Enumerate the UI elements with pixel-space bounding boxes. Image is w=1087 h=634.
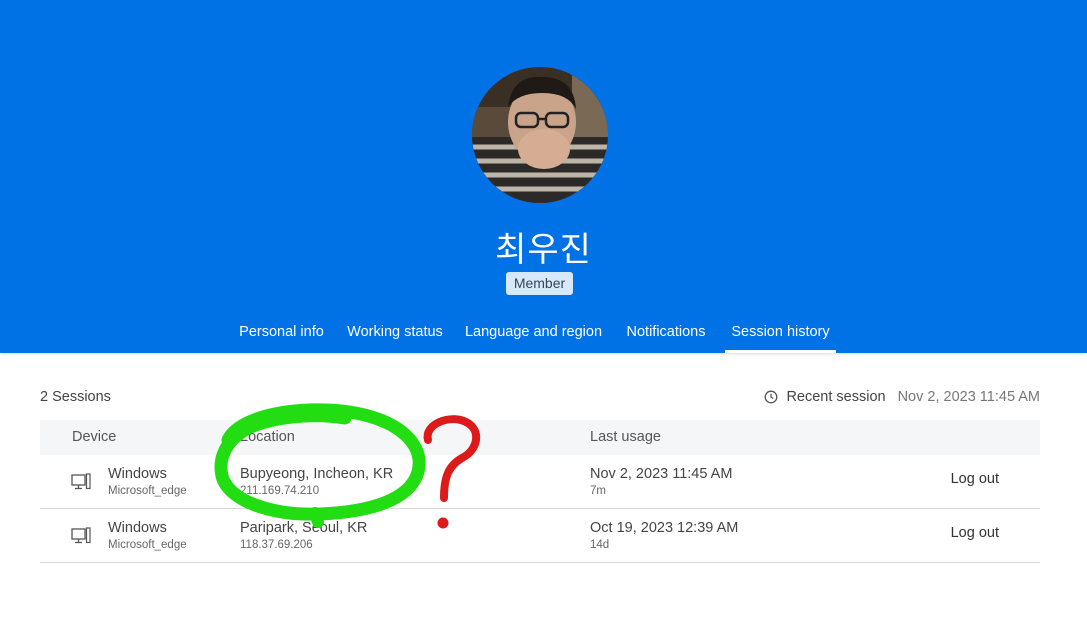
column-location: Location [240, 429, 295, 445]
location-name: Bupyeong, Incheon, KR [240, 466, 394, 482]
column-device: Device [72, 429, 117, 445]
last-usage-ago: 14d [590, 539, 610, 551]
clock-icon [764, 390, 778, 404]
desktop-icon [71, 527, 91, 545]
desktop-icon [71, 473, 91, 491]
recent-session-label: Recent session [786, 389, 886, 405]
last-usage-ago: 7m [590, 485, 606, 497]
role-badge: Member [506, 272, 573, 295]
location-name: Paripark, Seoul, KR [240, 520, 368, 536]
device-name: Windows [108, 520, 167, 536]
profile-header: 최우진 Member Personal info Working status … [0, 0, 1087, 353]
table-header: Device Location Last usage [40, 420, 1040, 455]
tab-working-status[interactable]: Working status [340, 312, 450, 353]
recent-session-date: Nov 2, 2023 11:45 AM [897, 389, 1040, 405]
tab-session-history[interactable]: Session history [725, 312, 836, 353]
user-name: 최우진 [495, 230, 592, 270]
tab-personal-info[interactable]: Personal info [233, 312, 330, 353]
browser-name: Microsoft_edge [108, 485, 187, 497]
last-usage-date: Oct 19, 2023 12:39 AM [590, 520, 739, 536]
column-last-usage: Last usage [590, 429, 661, 445]
tab-language-region[interactable]: Language and region [460, 312, 607, 353]
avatar[interactable] [472, 67, 608, 203]
logout-button[interactable]: Log out [951, 525, 999, 541]
ip-address: 211.169.74.210 [240, 485, 320, 497]
browser-name: Microsoft_edge [108, 539, 187, 551]
logout-button[interactable]: Log out [951, 471, 999, 487]
table-row: Windows Microsoft_edge Bupyeong, Incheon… [40, 455, 1040, 509]
table-row: Windows Microsoft_edge Paripark, Seoul, … [40, 509, 1040, 563]
recent-session: Recent session Nov 2, 2023 11:45 AM [764, 389, 1040, 405]
device-name: Windows [108, 466, 167, 482]
profile-tabs: Personal info Working status Language an… [0, 312, 1087, 353]
ip-address: 118.37.69.206 [240, 539, 313, 551]
avatar-photo [472, 67, 608, 203]
session-count: 2 Sessions [40, 389, 111, 405]
tab-notifications[interactable]: Notifications [617, 312, 715, 353]
sessions-table: Device Location Last usage Windows Micro… [40, 420, 1040, 563]
last-usage-date: Nov 2, 2023 11:45 AM [590, 466, 733, 482]
